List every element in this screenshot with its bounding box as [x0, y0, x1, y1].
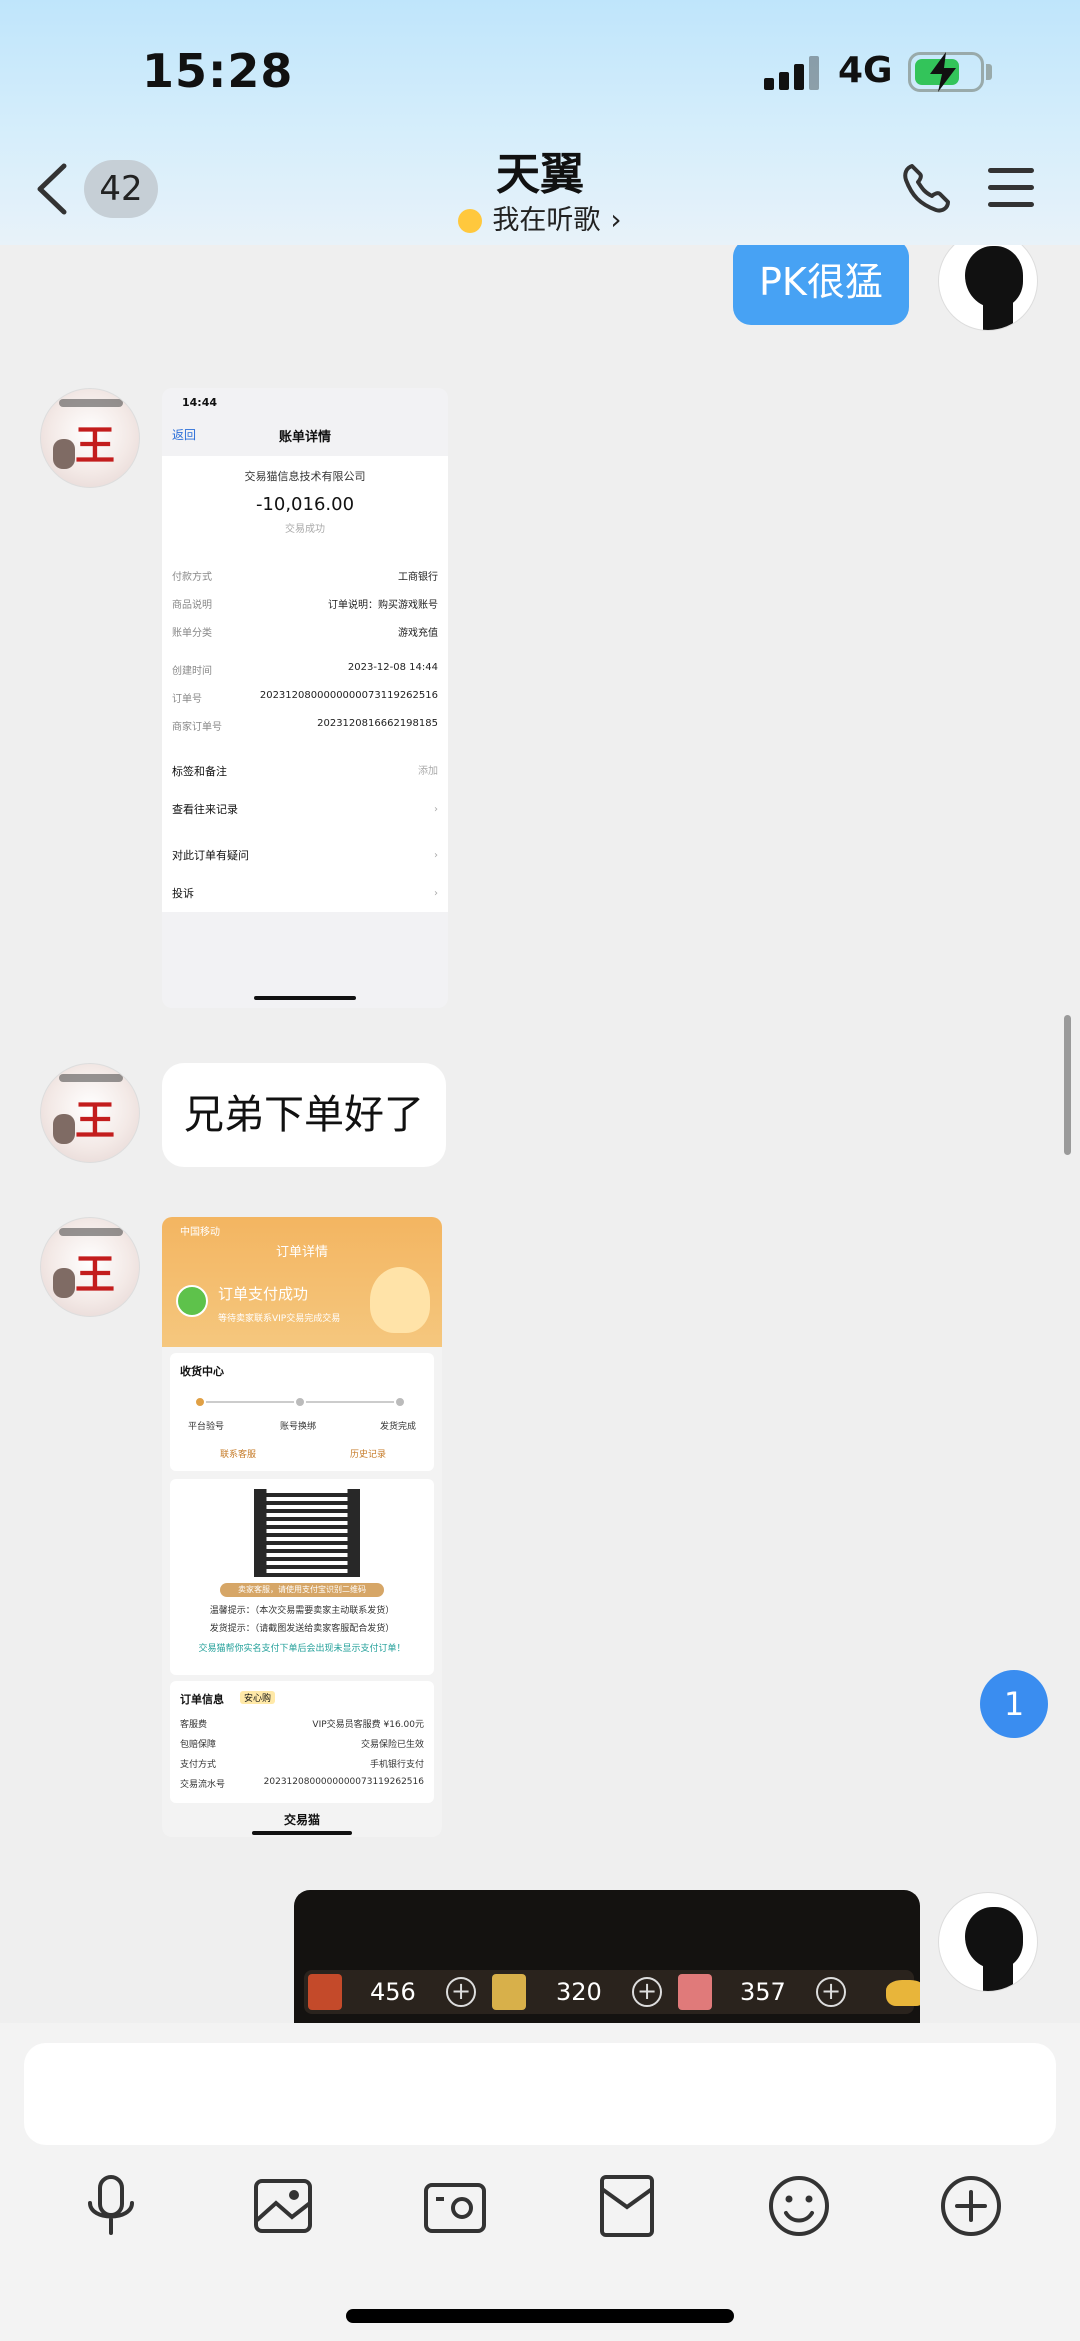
red-packet-icon[interactable]: [584, 2163, 670, 2249]
contact-avatar[interactable]: 王: [40, 1063, 140, 1163]
qr-code: [254, 1489, 360, 1577]
gold-ingot-icon: [886, 1980, 920, 2006]
contact-avatar[interactable]: 王: [40, 388, 140, 488]
game-screenshot-image[interactable]: 456 + 320 + 357 +: [294, 1890, 920, 2023]
status-time: 15:28: [142, 44, 294, 98]
order-screenshot-image[interactable]: 中国移动 订单详情 订单支付成功 等待卖家联系VIP交易完成交易 收货中心 平台…: [162, 1217, 442, 1837]
plus-icon: +: [816, 1977, 846, 2007]
message-input[interactable]: [24, 2043, 1056, 2145]
scrollbar[interactable]: [1064, 1015, 1071, 1155]
chat-header: 15:28 4G 42 天翼 我在听歌 ›: [0, 0, 1080, 245]
composer-bar: [0, 2023, 1080, 2341]
plus-icon: +: [632, 1977, 662, 2007]
new-message-badge[interactable]: 1: [980, 1670, 1048, 1738]
ticket-icon: [308, 1974, 342, 2010]
network-label: 4G: [838, 50, 893, 91]
microphone-icon[interactable]: [68, 2163, 154, 2249]
check-icon: [176, 1285, 208, 1317]
my-avatar[interactable]: [938, 1892, 1038, 1992]
pouch-icon: [678, 1974, 712, 2010]
phone-call-button[interactable]: [898, 160, 954, 216]
message-list[interactable]: PK很猛 王 14:44 返回 账单详情 交易猫信息技术有限公司 -10,016…: [0, 245, 1080, 2023]
status-text: 我在听歌: [492, 205, 601, 236]
plus-icon[interactable]: [928, 2163, 1014, 2249]
mascot-icon: [370, 1267, 430, 1333]
received-message-bubble[interactable]: 兄弟下单好了: [162, 1063, 446, 1167]
charging-icon: [930, 52, 956, 92]
home-indicator[interactable]: [346, 2309, 734, 2323]
signal-icon: [764, 56, 820, 90]
contact-avatar[interactable]: 王: [40, 1217, 140, 1317]
scroll-icon: [492, 1974, 526, 2010]
image-icon[interactable]: [240, 2163, 326, 2249]
plus-icon: +: [446, 1977, 476, 2007]
bill-screenshot-image[interactable]: 14:44 返回 账单详情 交易猫信息技术有限公司 -10,016.00 交易成…: [162, 388, 448, 1008]
menu-button[interactable]: [988, 168, 1034, 208]
camera-icon[interactable]: [412, 2163, 498, 2249]
sent-message-bubble[interactable]: PK很猛: [733, 245, 909, 325]
emoji-icon[interactable]: [756, 2163, 842, 2249]
my-avatar[interactable]: [938, 245, 1038, 331]
chevron-right-icon: ›: [610, 203, 622, 236]
smile-emoji-icon: [458, 209, 483, 233]
